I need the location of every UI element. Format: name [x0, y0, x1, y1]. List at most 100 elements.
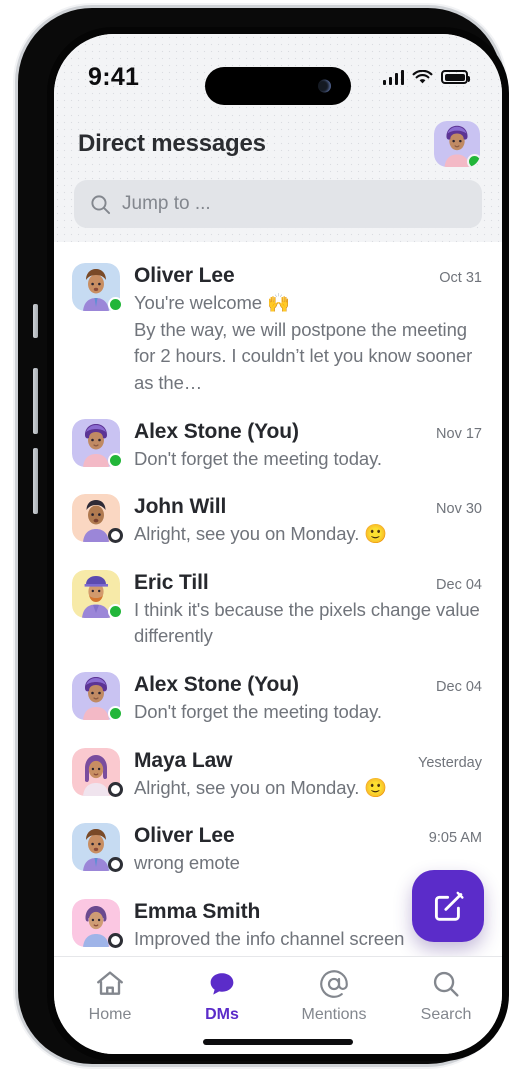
conversation-row[interactable]: Oliver Lee Oct 31 You're welcome 🙌 By the… [54, 252, 502, 408]
status-bar: 9:41 [54, 34, 502, 112]
header-top-row: Direct messages [74, 116, 482, 172]
conversation-name: Maya Law [134, 748, 233, 772]
avatar[interactable] [72, 898, 123, 948]
tab-label-search: Search [420, 1006, 472, 1023]
tab-label-mentions: Mentions [301, 1006, 367, 1023]
conversation-timestamp: Oct 31 [439, 270, 482, 286]
conversation-name: John Will [134, 495, 227, 519]
presence-dot-online [467, 154, 480, 167]
conversation-preview: You're welcome 🙌 By the way, we will post… [134, 290, 482, 397]
wifi-icon [412, 69, 433, 83]
conversation-name: Eric Till [134, 570, 209, 594]
avatar[interactable] [72, 263, 123, 312]
search-icon [91, 194, 111, 214]
tab-label-home: Home [88, 1006, 132, 1023]
conversation-body: Alex Stone (You) Dec 04 Don't forget the… [134, 672, 482, 726]
conversation-preview-line: Don't forget the meeting today. [134, 701, 382, 722]
conversation-timestamp: Yesterday [418, 754, 482, 771]
at-sign-icon [320, 970, 348, 998]
presence-dot-online [108, 297, 123, 312]
conversation-body: Alex Stone (You) Nov 17 Don't forget the… [134, 419, 482, 473]
avatar[interactable] [72, 747, 123, 797]
phone-frame: 9:41 Direct messages Jump to ... Oliver … [18, 8, 509, 1064]
battery-full-icon [441, 70, 470, 84]
phone-screen: 9:41 Direct messages Jump to ... Oliver … [54, 34, 502, 1054]
page-title: Direct messages [78, 130, 266, 157]
conversation-row[interactable]: John Will Nov 30 Alright, see you on Mon… [54, 483, 502, 559]
home-indicator [203, 1039, 353, 1045]
avatar[interactable] [72, 494, 123, 544]
conversation-preview: Don't forget the meeting today. [134, 446, 482, 473]
conversation-row[interactable]: Alex Stone (You) Nov 17 Don't forget the… [54, 408, 502, 484]
conversation-timestamp: Dec 04 [436, 576, 482, 593]
conversation-header: Oliver Lee 9:05 AM [134, 824, 482, 848]
avatar[interactable] [72, 418, 123, 468]
dynamic-island [205, 67, 351, 105]
silent-switch[interactable] [33, 304, 38, 338]
conversation-header: Maya Law Yesterday [134, 749, 482, 773]
conversation-header: Alex Stone (You) Dec 04 [134, 673, 482, 697]
search-placeholder: Jump to ... [122, 193, 211, 214]
cellular-bars-icon [382, 69, 404, 85]
presence-dot-online [108, 706, 123, 721]
presence-dot-offline [108, 932, 123, 948]
conversation-body: Maya Law Yesterday Alright, see you on M… [134, 748, 482, 802]
conversation-timestamp: 9:05 AM [428, 830, 482, 847]
conversation-name: Emma Smith [134, 899, 261, 923]
conversation-header: Oliver Lee Oct 31 [134, 264, 482, 288]
conversation-name: Alex Stone (You) [134, 419, 299, 443]
compose-edit-icon [434, 891, 464, 921]
conversation-body: Eric Till Dec 04 I think it's because th… [134, 570, 482, 650]
avatar[interactable] [72, 672, 123, 721]
presence-dot-offline [108, 528, 123, 544]
chat-bubble-icon [210, 973, 234, 995]
screenshot-root: 9:41 Direct messages Jump to ... Oliver … [0, 0, 520, 1072]
tab-mentions[interactable]: Mentions [278, 969, 390, 1024]
search-icon [433, 971, 459, 997]
volume-down-button[interactable] [33, 448, 38, 514]
conversation-name: Oliver Lee [134, 264, 235, 287]
conversation-timestamp: Nov 30 [436, 501, 482, 518]
conversation-body: Oliver Lee Oct 31 You're welcome 🙌 By the… [134, 263, 482, 397]
presence-dot-offline [108, 857, 123, 873]
volume-up-button[interactable] [33, 368, 38, 434]
conversation-preview: Don't forget the meeting today. [134, 699, 482, 726]
home-icon [97, 971, 123, 995]
conversation-preview-line: Alright, see you on Monday. 🙂 [134, 776, 388, 798]
conversation-preview: Alright, see you on Monday. 🙂 [134, 521, 482, 548]
conversation-row[interactable]: Maya Law Yesterday Alright, see you on M… [54, 737, 502, 813]
conversation-preview: I think it's because the pixels change v… [134, 597, 482, 650]
conversation-row[interactable]: Alex Stone (You) Dec 04 Don't forget the… [54, 661, 502, 737]
conversation-preview-line: Don't forget the meeting today. [134, 447, 382, 469]
conversation-row[interactable]: Eric Till Dec 04 I think it's because th… [54, 559, 502, 661]
conversation-preview-line: You're welcome 🙌 [134, 292, 290, 313]
compose-message-button[interactable] [412, 870, 484, 942]
presence-dot-online [108, 452, 123, 468]
conversation-timestamp: Nov 17 [436, 425, 482, 442]
conversation-body: John Will Nov 30 Alright, see you on Mon… [134, 494, 482, 548]
status-bar-indicators [382, 69, 470, 85]
conversation-header: John Will Nov 30 [134, 495, 482, 519]
avatar[interactable] [72, 823, 123, 873]
current-user-avatar[interactable] [434, 121, 480, 167]
conversation-list[interactable]: Oliver Lee Oct 31 You're welcome 🙌 By the… [54, 242, 502, 956]
conversation-header: Alex Stone (You) Nov 17 [134, 420, 482, 444]
tab-label-dms: DMs [205, 1006, 239, 1023]
conversation-header: Eric Till Dec 04 [134, 571, 482, 595]
tab-dms[interactable]: DMs [166, 969, 278, 1024]
page-header: Direct messages Jump to ... [54, 112, 502, 242]
conversation-name: Alex Stone (You) [134, 673, 299, 696]
presence-dot-offline [108, 781, 123, 797]
conversation-timestamp: Dec 04 [436, 679, 482, 695]
conversation-preview-line: I think it's because the pixels change v… [134, 598, 480, 647]
conversation-preview-line: Alright, see you on Monday. 🙂 [134, 523, 388, 545]
conversation-preview: Alright, see you on Monday. 🙂 [134, 775, 482, 802]
tab-search[interactable]: Search [390, 969, 502, 1024]
status-bar-time: 9:41 [88, 62, 140, 91]
conversation-name: Oliver Lee [134, 824, 235, 848]
search-input[interactable]: Jump to ... [74, 180, 482, 228]
tab-home[interactable]: Home [54, 969, 166, 1024]
bottom-tab-bar: Home DMs Mentions Search [54, 956, 502, 1054]
avatar[interactable] [72, 569, 123, 619]
conversation-body: Oliver Lee 9:05 AM wrong emote [134, 823, 482, 877]
